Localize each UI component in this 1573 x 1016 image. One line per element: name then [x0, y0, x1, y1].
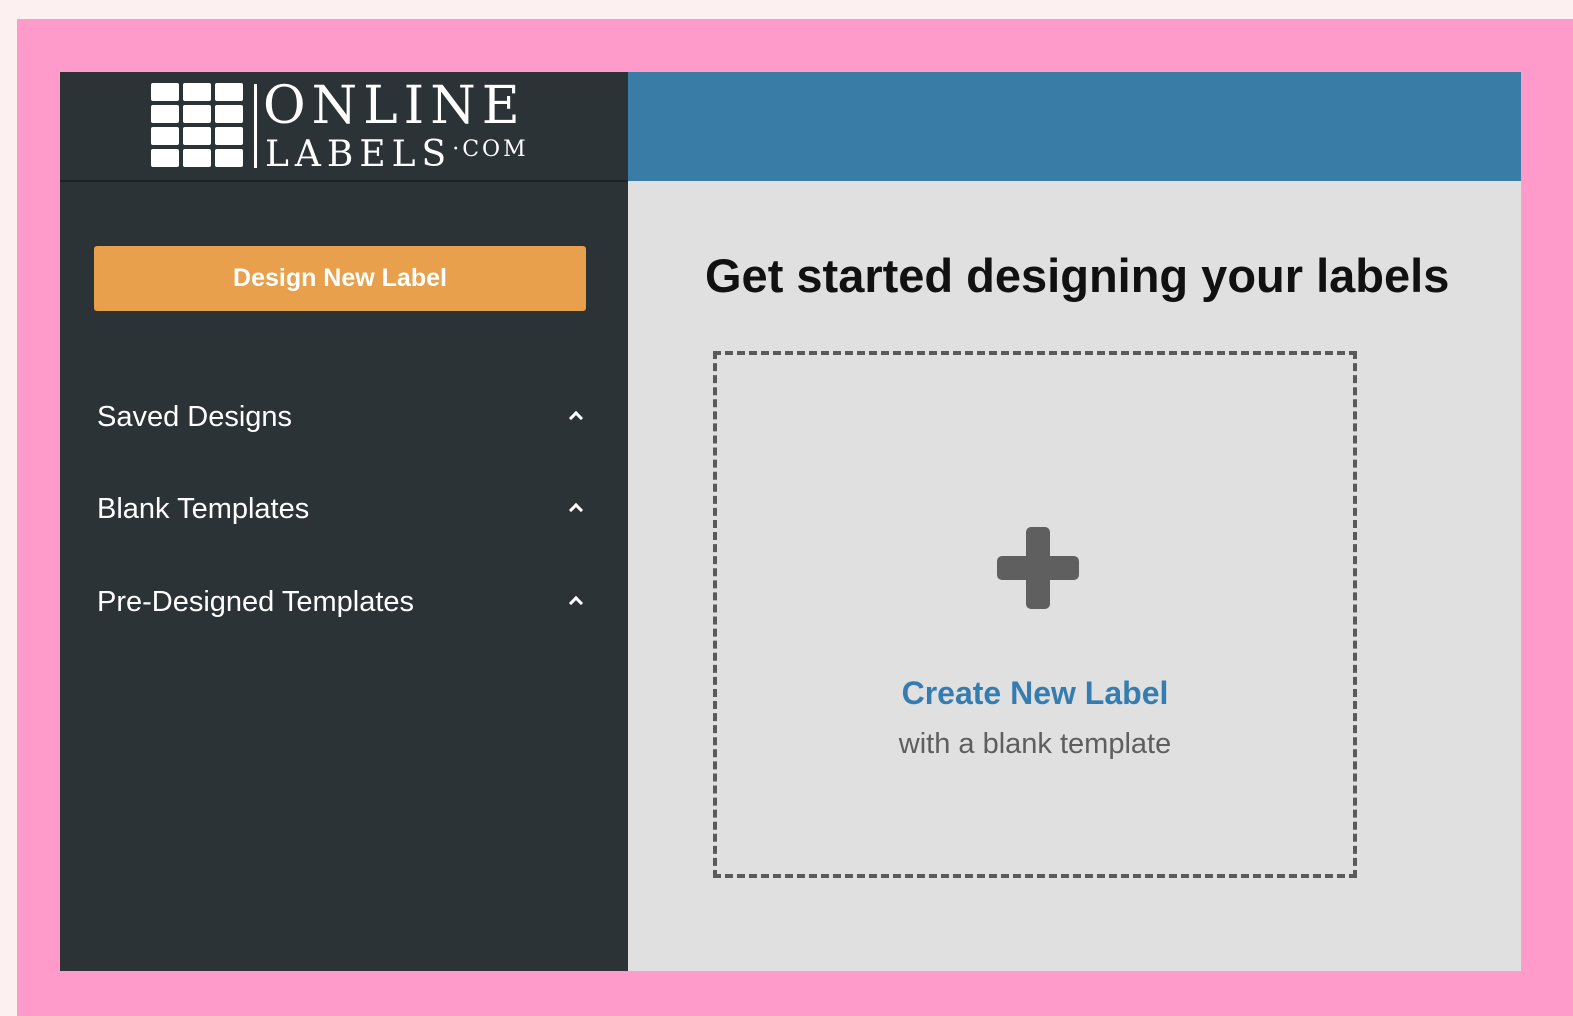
create-new-label-card[interactable]: Create New Label with a blank template — [713, 351, 1357, 878]
sidebar-item-label: Blank Templates — [97, 493, 310, 525]
chevron-up-icon — [568, 502, 584, 518]
top-bar — [628, 72, 1521, 181]
sidebar-item-saved-designs[interactable]: Saved Designs — [97, 395, 587, 441]
logo-text-labels-word: LABELS — [265, 134, 453, 175]
logo-text-com: ·COM — [452, 137, 529, 162]
logo-text-online: ONLINE — [263, 76, 526, 136]
sidebar-item-pre-designed-templates[interactable]: Pre-Designed Templates — [97, 580, 587, 626]
create-new-label-subtitle: with a blank template — [898, 728, 1172, 760]
design-new-label-button[interactable]: Design New Label — [94, 246, 586, 311]
app-window: ONLINE LABELS·COM Design New Label Saved… — [60, 72, 1521, 971]
create-new-label-link[interactable]: Create New Label — [717, 675, 1353, 712]
plus-icon — [997, 527, 1079, 609]
sidebar-item-label: Saved Designs — [97, 401, 293, 433]
sidebar-item-label: Pre-Designed Templates — [97, 586, 415, 618]
logo-grid-icon — [151, 83, 243, 167]
logo-divider — [254, 84, 257, 168]
sidebar: ONLINE LABELS·COM Design New Label Saved… — [60, 72, 628, 971]
chevron-up-icon — [568, 410, 584, 426]
logo[interactable]: ONLINE LABELS·COM — [60, 72, 628, 182]
chevron-up-icon — [568, 595, 584, 611]
sidebar-item-blank-templates[interactable]: Blank Templates — [97, 487, 587, 533]
logo-text-labels: LABELS·COM — [265, 132, 529, 173]
page-title: Get started designing your labels — [705, 249, 1450, 302]
